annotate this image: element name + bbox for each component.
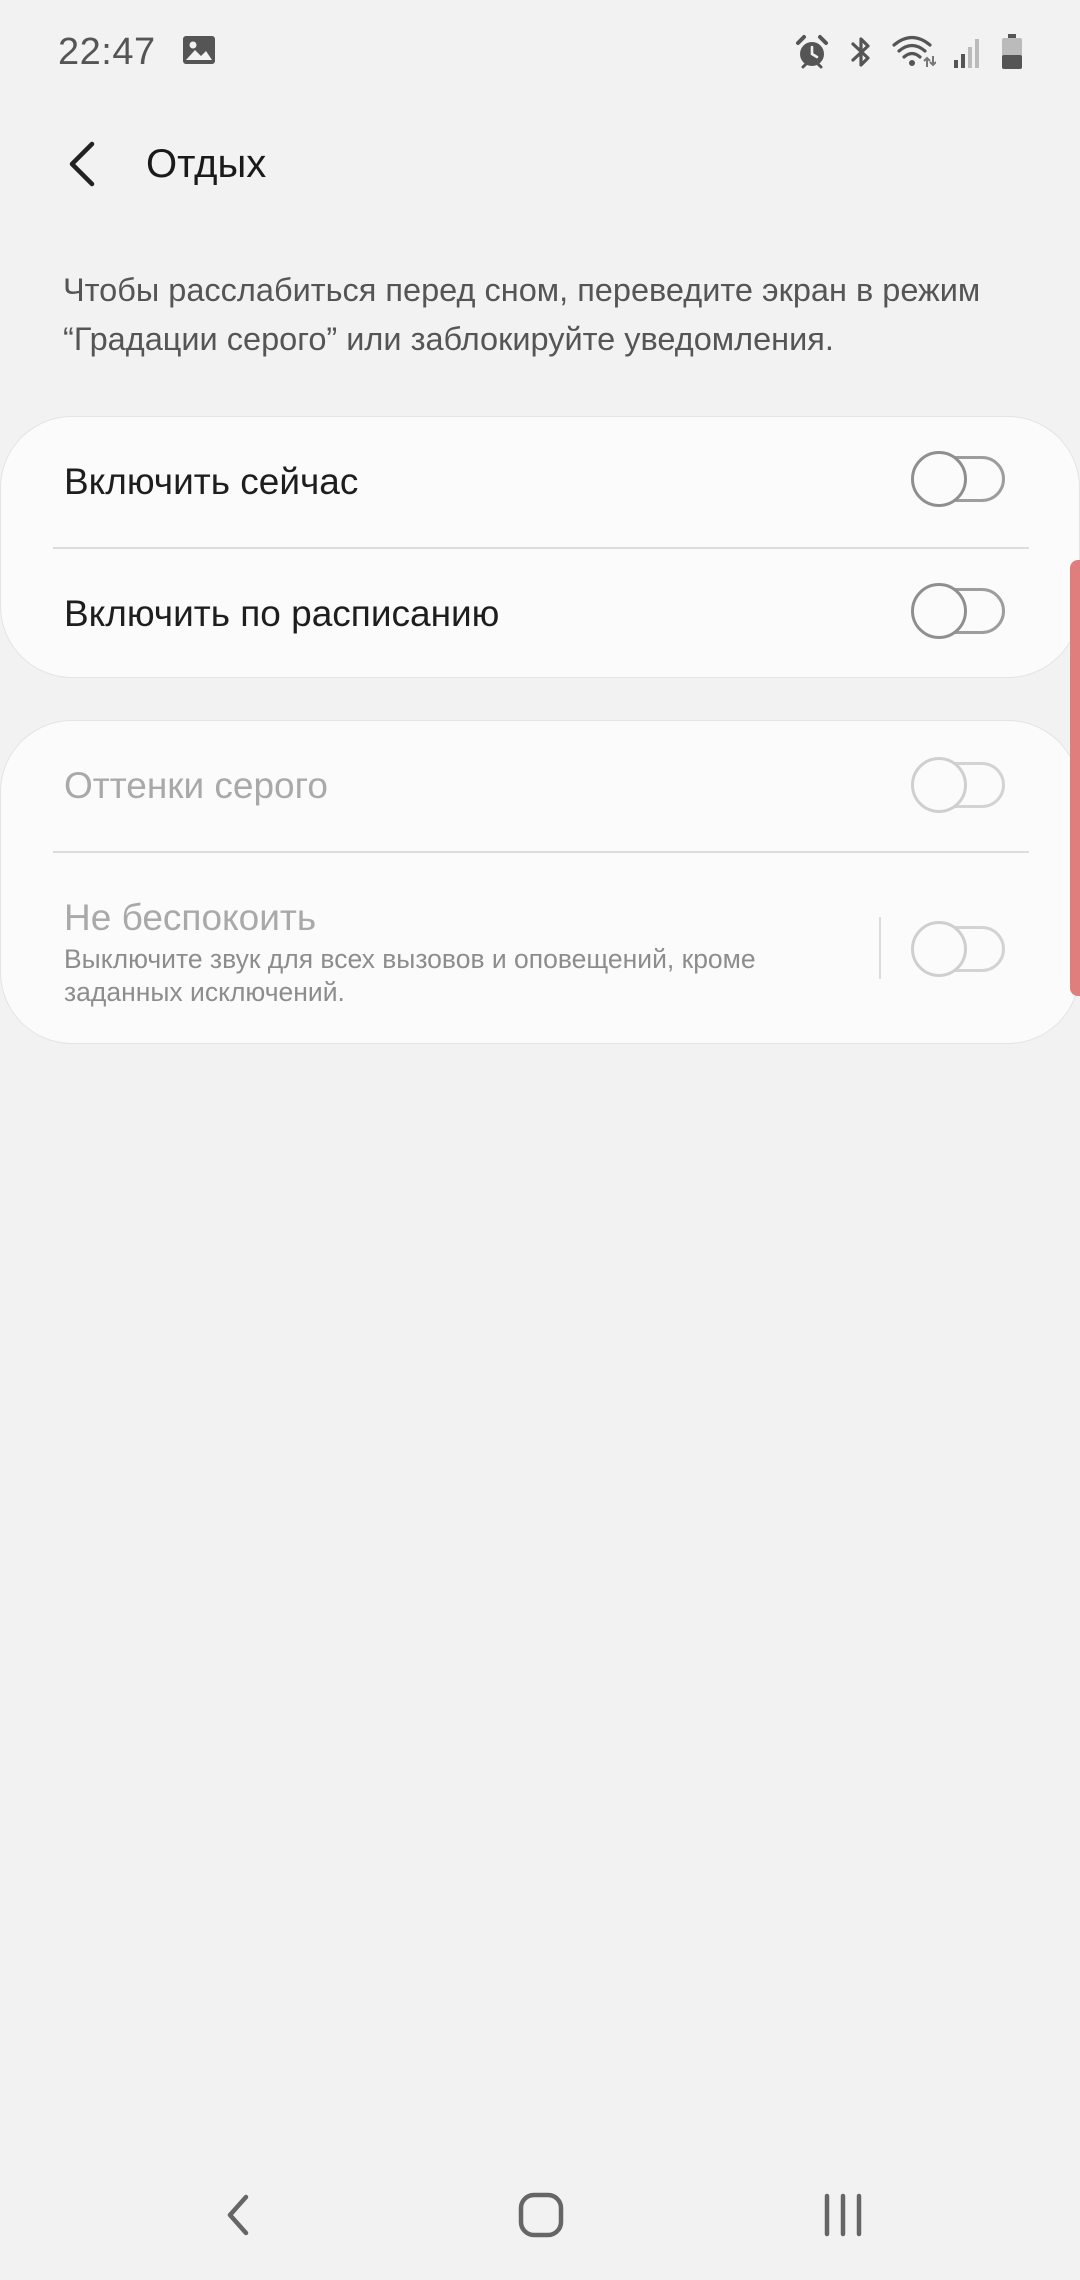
battery-icon [1000, 33, 1024, 71]
back-button[interactable] [40, 122, 124, 206]
dnd-row[interactable]: Не беспокоить Выключите звук для всех вы… [1, 721, 1080, 1045]
dnd-toggle[interactable] [911, 921, 1009, 977]
toggle-thumb [911, 451, 967, 507]
page-description: Чтобы расслабиться перед сном, переведит… [63, 272, 981, 357]
bedtime-features-card: Оттенки серого Не беспокоить Выключите з… [0, 720, 1080, 1044]
schedule-label: Включить по расписанию [64, 593, 500, 634]
dnd-label: Не беспокоить [64, 897, 317, 938]
status-time: 22:47 [58, 30, 156, 73]
alarm-icon [794, 34, 830, 70]
turn-on-now-row[interactable]: Включить сейчас [1, 417, 1080, 547]
dnd-description: Выключите звук для всех вызовов и оповещ… [64, 944, 756, 1007]
home-icon [518, 2192, 564, 2238]
status-right [794, 33, 1024, 71]
status-bar: 22:47 [0, 0, 1080, 104]
nav-recents-button[interactable] [783, 2150, 903, 2280]
app-bar: Отдых [0, 118, 1080, 210]
back-icon [227, 2194, 249, 2236]
toggle-thumb [911, 921, 967, 977]
schedule-row[interactable]: Включить по расписанию [1, 549, 1080, 679]
gallery-icon [182, 35, 216, 70]
page-title: Отдых [146, 141, 267, 186]
toggle-thumb [911, 583, 967, 639]
turn-on-now-toggle[interactable] [911, 451, 1009, 507]
recents-icon [824, 2193, 862, 2237]
nav-back-button[interactable] [178, 2150, 298, 2280]
signal-icon [952, 34, 984, 70]
status-left: 22:47 [58, 31, 216, 74]
turn-on-now-label: Включить сейчас [64, 461, 359, 502]
nav-home-button[interactable] [481, 2150, 601, 2280]
edge-panel-handle[interactable] [1070, 560, 1080, 996]
wifi-icon [892, 34, 936, 70]
bluetooth-icon [846, 34, 876, 70]
vertical-divider [879, 917, 881, 979]
navigation-bar [0, 2150, 1080, 2280]
bedtime-settings-card: Включить сейчас Включить по расписанию [0, 416, 1080, 678]
schedule-toggle[interactable] [911, 583, 1009, 639]
chevron-left-icon [69, 141, 95, 187]
